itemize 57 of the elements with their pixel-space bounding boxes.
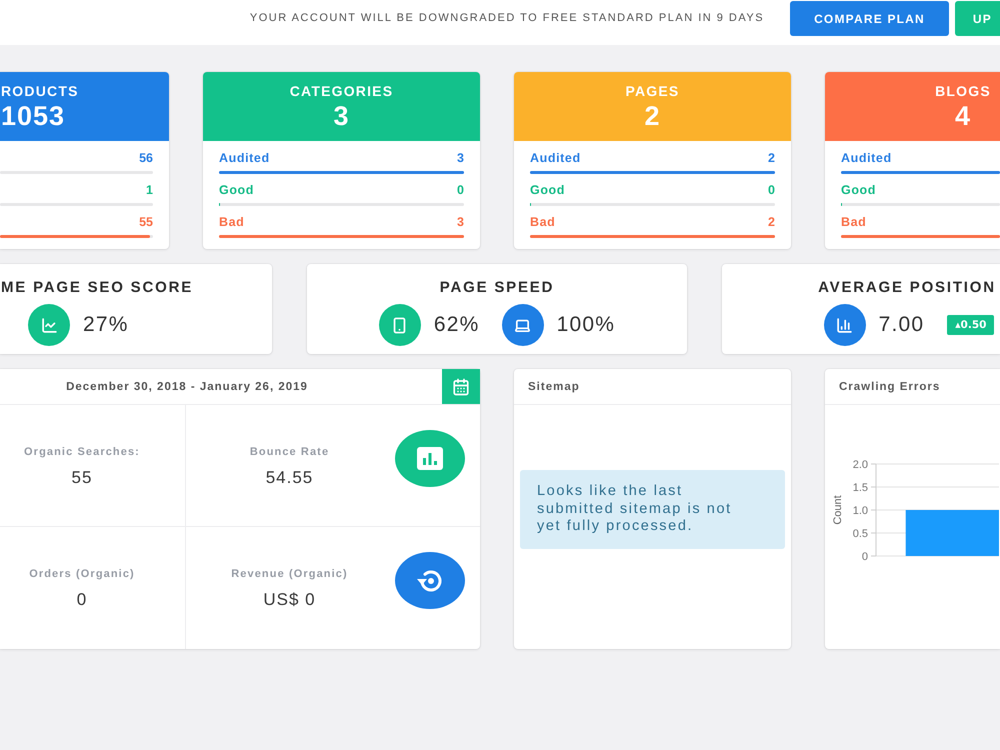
row-value: 3 [457, 215, 464, 229]
card-count: 3 [333, 100, 350, 132]
tick-label: 1.5 [852, 482, 868, 494]
row-value: 55 [139, 215, 153, 229]
row-value: 1 [146, 183, 153, 197]
tick-label: 1.0 [852, 505, 868, 517]
card-title: CATEGORIES [290, 82, 394, 100]
score-value: 62% [434, 313, 480, 337]
metric-label: Orders (Organic) [29, 567, 135, 581]
row-value: 3 [457, 151, 464, 165]
metric-label: Organic Searches: [24, 445, 140, 459]
card-title: RODUCTS [1, 82, 79, 100]
score-value: 100% [556, 313, 616, 337]
row-label: Audited [219, 151, 270, 165]
row-value: 2 [768, 215, 775, 229]
row-label: Bad [530, 215, 556, 229]
score-title: PAGE SPEED [440, 278, 554, 298]
date-range: December 30, 2018 - January 26, 2019 [66, 380, 308, 392]
header-button[interactable]: COMPARE PLAN [790, 1, 949, 36]
metric-value: 0 [76, 590, 88, 610]
card-title: PAGES [626, 82, 680, 100]
row-label: Good [841, 183, 876, 197]
panel-title: Sitemap [528, 380, 580, 392]
row-value: 0 [457, 183, 464, 197]
header-button[interactable]: UP [954, 1, 1000, 36]
card-count: 2 [644, 100, 661, 132]
score-value: 27% [83, 313, 129, 337]
axis-title: Count [832, 495, 844, 525]
row-label: Good [219, 183, 254, 197]
row-label: Bad [841, 215, 866, 229]
alert-message: Looks like the last submitted sitemap is not yet fully processed. [537, 483, 733, 536]
row-label: Good [530, 183, 566, 197]
metric-label: Revenue (Organic) [231, 567, 348, 581]
row-value: 0 [768, 183, 775, 197]
row-value: 2 [768, 151, 775, 165]
panel-title: Crawling Errors [839, 380, 940, 392]
tick-label: 0 [862, 551, 868, 563]
calendar-icon [452, 378, 470, 396]
row-label: Audited [530, 151, 581, 165]
metric-label: Bounce Rate [250, 445, 330, 459]
score-value: 7.00 [878, 313, 924, 337]
card-count: 1053 [1, 100, 66, 132]
row-label: Audited [841, 151, 892, 165]
metric-value: 54.55 [266, 468, 314, 488]
tick-label: 0.5 [852, 528, 868, 540]
row-value: 56 [139, 151, 153, 165]
card-title: BLOGS [935, 82, 991, 100]
tick-label: 2.0 [852, 459, 868, 471]
calendar-button[interactable] [442, 369, 480, 404]
metric-value: US$ 0 [263, 590, 316, 610]
score-title: AVERAGE POSITION [818, 278, 996, 298]
score-title: ME PAGE SEO SCORE [1, 278, 194, 298]
downgrade-notice: YOUR ACCOUNT WILL BE DOWNGRADED TO FREE STANDARD PLAN IN 9 DAYS [250, 11, 764, 26]
change-badge: ▴0.50 [947, 315, 994, 335]
row-label: Bad [219, 215, 244, 229]
card-count: 4 [954, 100, 972, 132]
metric-value: 55 [72, 468, 92, 488]
